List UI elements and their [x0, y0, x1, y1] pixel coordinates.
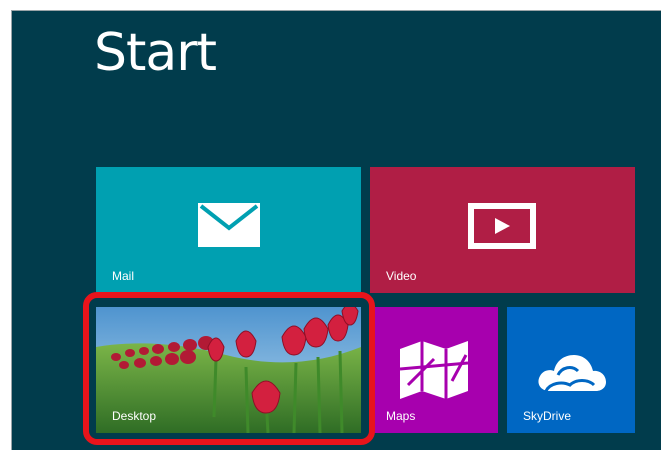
map-icon: [400, 341, 468, 399]
start-screen: Start Mail Video Desktop Maps SkyDrive: [11, 10, 661, 450]
mail-icon: [198, 203, 260, 247]
cloud-icon: [538, 355, 606, 392]
tile-desktop[interactable]: Desktop: [96, 307, 361, 433]
tile-desktop-label: Desktop: [112, 409, 157, 423]
tile-skydrive-label: SkyDrive: [523, 409, 572, 423]
video-icon: [468, 203, 536, 249]
start-title: Start: [94, 23, 217, 83]
tile-video[interactable]: Video: [370, 167, 635, 293]
tile-skydrive[interactable]: SkyDrive: [507, 307, 635, 433]
tile-video-label: Video: [386, 269, 417, 283]
tile-maps-label: Maps: [386, 409, 416, 423]
tile-mail-label: Mail: [112, 269, 135, 283]
tile-maps[interactable]: Maps: [370, 307, 498, 433]
tile-mail[interactable]: Mail: [96, 167, 361, 293]
